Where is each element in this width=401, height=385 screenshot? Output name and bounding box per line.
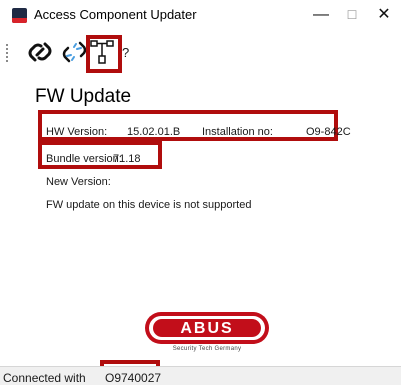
close-button[interactable]: ✕ — [369, 4, 399, 26]
installation-no-value: O9-842C — [306, 126, 351, 138]
toolbar-grip[interactable] — [6, 44, 8, 62]
broken-link-icon — [62, 41, 87, 63]
app-icon — [12, 8, 27, 23]
logo-badge: ABUS — [145, 312, 269, 344]
page-title: FW Update — [35, 86, 132, 107]
bundle-version-label: Bundle version: — [46, 153, 122, 165]
device-tree-button[interactable] — [89, 38, 117, 66]
status-bar: Connected with O9740027 — [0, 366, 401, 385]
disconnect-button[interactable] — [60, 38, 88, 66]
status-label: Connected with — [3, 371, 86, 385]
abus-logo: ABUS Security Tech Germany — [143, 312, 271, 358]
minimize-button[interactable]: — — [306, 4, 336, 26]
status-serial: O9740027 — [105, 371, 162, 385]
hw-version-label: HW Version: — [46, 126, 108, 138]
bundle-version-value: 71.18 — [113, 153, 141, 165]
maximize-button[interactable]: ☐ — [337, 4, 367, 26]
help-button[interactable]: ? — [122, 45, 134, 61]
link-icon — [28, 42, 52, 62]
connect-button[interactable] — [26, 38, 54, 66]
fw-update-message: FW update on this device is not supporte… — [46, 199, 252, 211]
logo-tagline: Security Tech Germany — [172, 346, 242, 352]
toolbar: ? — [0, 32, 401, 72]
title-bar: Access Component Updater — ☐ ✕ — [0, 0, 401, 30]
window-title: Access Component Updater — [34, 7, 197, 22]
fw-update-panel: FW Update HW Version: 15.02.01.B Install… — [18, 76, 401, 360]
hw-version-value: 15.02.01.B — [127, 126, 181, 138]
logo-brand: ABUS — [180, 320, 234, 337]
installation-no-label: Installation no: — [202, 126, 273, 138]
tree-icon — [90, 40, 114, 64]
new-version-label: New Version: — [46, 176, 111, 188]
